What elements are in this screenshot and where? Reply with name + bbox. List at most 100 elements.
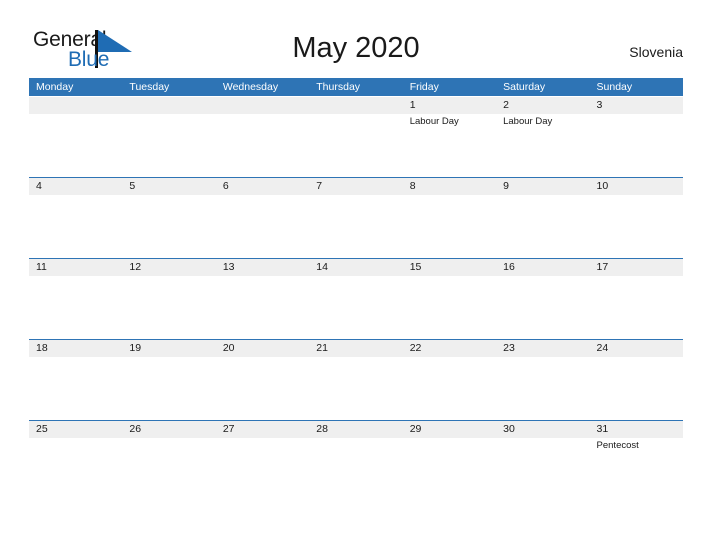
- day-cell[interactable]: [309, 97, 402, 177]
- day-number: [316, 97, 402, 114]
- weekday-tuesday: Tuesday: [129, 81, 170, 93]
- day-event: [410, 438, 496, 439]
- country-label: Slovenia: [629, 44, 683, 60]
- day-cell[interactable]: 3: [590, 97, 683, 177]
- weekday-saturday: Saturday: [503, 81, 546, 93]
- day-cell[interactable]: 26: [122, 421, 215, 501]
- day-number: 30: [503, 423, 515, 435]
- day-number: 11: [36, 261, 47, 273]
- day-cell[interactable]: 24: [590, 340, 683, 420]
- day-cell[interactable]: 17: [590, 259, 683, 339]
- day-event: [316, 276, 402, 277]
- day-number: 10: [596, 180, 609, 192]
- day-cell[interactable]: 15: [403, 259, 496, 339]
- day-cell[interactable]: 31 Pentecost: [590, 421, 683, 501]
- day-number: 12: [129, 261, 142, 273]
- day-event: [597, 114, 683, 115]
- day-cell[interactable]: 12: [122, 259, 215, 339]
- day-event: [129, 195, 215, 196]
- day-event: [503, 357, 589, 358]
- day-event: [410, 357, 496, 358]
- day-cell[interactable]: 22: [403, 340, 496, 420]
- day-cell[interactable]: 25: [29, 421, 122, 501]
- day-cell[interactable]: 20: [216, 340, 309, 420]
- day-event: [503, 195, 589, 196]
- day-event: [597, 357, 683, 358]
- weekday-thursday: Thursday: [316, 81, 361, 93]
- day-event: [36, 195, 122, 196]
- day-cell[interactable]: 8: [403, 178, 496, 258]
- day-cell[interactable]: 10: [590, 178, 683, 258]
- day-cell[interactable]: 11: [29, 259, 122, 339]
- day-cell[interactable]: [216, 97, 309, 177]
- day-event: [36, 276, 122, 277]
- calendar-grid: Monday Tuesday Wednesday Thursday Friday…: [29, 78, 683, 501]
- page-header: General Blue May 2020 Slovenia: [0, 0, 712, 76]
- day-event: [36, 357, 122, 358]
- day-event: [223, 357, 309, 358]
- day-event: [223, 276, 309, 277]
- day-number: 31: [596, 423, 609, 435]
- day-cell[interactable]: 21: [309, 340, 402, 420]
- day-event: [36, 114, 122, 115]
- day-cell[interactable]: 7: [309, 178, 402, 258]
- day-cell[interactable]: 1 Labour Day: [403, 97, 496, 177]
- weekday-header-row: Monday Tuesday Wednesday Thursday Friday…: [29, 78, 683, 96]
- day-event: [503, 276, 589, 277]
- day-number: 17: [596, 261, 609, 273]
- day-event: [597, 276, 683, 277]
- day-cell[interactable]: 14: [309, 259, 402, 339]
- day-number: 3: [596, 99, 603, 111]
- day-cell[interactable]: [29, 97, 122, 177]
- day-cell[interactable]: 2 Labour Day: [496, 97, 589, 177]
- day-event: [223, 195, 309, 196]
- week-row: 25 26 27 28 29 30 31 Pentecost: [29, 420, 683, 501]
- day-number: 22: [409, 342, 422, 354]
- day-number: 18: [36, 342, 48, 354]
- day-cell[interactable]: 4: [29, 178, 122, 258]
- day-cell[interactable]: 28: [309, 421, 402, 501]
- day-number: [36, 97, 122, 114]
- day-number: 16: [503, 261, 515, 273]
- page-title: May 2020: [292, 32, 420, 64]
- day-number: 4: [36, 180, 42, 192]
- day-cell[interactable]: 30: [496, 421, 589, 501]
- day-event: [597, 195, 683, 196]
- day-event: [316, 195, 402, 196]
- day-number: 13: [222, 261, 235, 273]
- day-number: 19: [129, 342, 142, 354]
- calendar-page: General Blue May 2020 Slovenia Monday Tu…: [0, 0, 712, 550]
- day-cell[interactable]: 27: [216, 421, 309, 501]
- day-cell[interactable]: 5: [122, 178, 215, 258]
- day-number: 20: [222, 342, 235, 354]
- day-cell[interactable]: 23: [496, 340, 589, 420]
- day-number: 29: [409, 423, 422, 435]
- day-number: 23: [503, 342, 515, 354]
- day-event: Pentecost: [596, 440, 639, 451]
- day-event: [36, 438, 122, 439]
- day-event: [503, 438, 589, 439]
- day-number: 15: [409, 261, 422, 273]
- day-cell[interactable]: 9: [496, 178, 589, 258]
- day-cell[interactable]: 29: [403, 421, 496, 501]
- day-cell[interactable]: [122, 97, 215, 177]
- day-cell[interactable]: 18: [29, 340, 122, 420]
- day-cell[interactable]: 13: [216, 259, 309, 339]
- day-cell[interactable]: 19: [122, 340, 215, 420]
- day-cell[interactable]: 6: [216, 178, 309, 258]
- day-number: 7: [316, 180, 323, 192]
- day-number: 21: [316, 342, 328, 354]
- day-event: [129, 114, 215, 115]
- day-event: [129, 357, 215, 358]
- day-number: 5: [129, 180, 136, 192]
- day-event: [129, 438, 215, 439]
- day-number: 2: [503, 99, 509, 111]
- day-event: Labour Day: [409, 116, 459, 127]
- day-event: [316, 438, 402, 439]
- day-cell[interactable]: 16: [496, 259, 589, 339]
- day-number: 25: [36, 423, 48, 435]
- day-number: 27: [222, 423, 235, 435]
- day-event: [316, 114, 402, 115]
- day-number: 28: [316, 423, 328, 435]
- day-event: [223, 438, 309, 439]
